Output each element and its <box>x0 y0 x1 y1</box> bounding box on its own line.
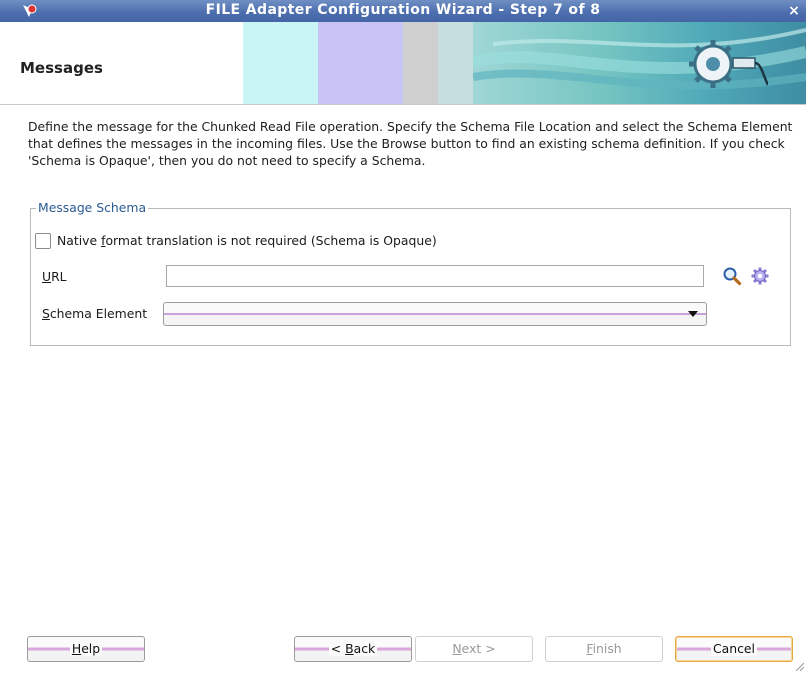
window-title: FILE Adapter Configuration Wizard - Step… <box>205 2 601 18</box>
resize-grip-icon[interactable] <box>794 661 804 671</box>
label-text-part: inish <box>592 641 622 656</box>
label-text-part: chema Element <box>49 306 148 321</box>
banner-divider <box>0 104 806 105</box>
gear-icon[interactable] <box>750 266 770 286</box>
label-mnemonic: U <box>42 269 52 284</box>
url-input[interactable] <box>166 265 704 287</box>
label-mnemonic: H <box>71 641 82 656</box>
cancel-button[interactable]: Cancel <box>675 636 793 662</box>
instructions-text: Define the message for the Chunked Read … <box>28 119 793 168</box>
button-label: Cancel <box>711 641 757 656</box>
help-button[interactable]: Help <box>27 636 145 662</box>
title-bar: FILE Adapter Configuration Wizard - Step… <box>0 0 806 22</box>
label-text-part: ext > <box>461 641 496 656</box>
button-label: Next > <box>450 641 498 656</box>
label-text-part: elp <box>81 641 101 656</box>
button-label: < Back <box>328 641 378 656</box>
group-title: Message Schema <box>36 200 149 215</box>
search-icon[interactable] <box>722 266 742 286</box>
label-mnemonic: N <box>452 641 462 656</box>
banner-graphic <box>243 22 806 104</box>
page-title: Messages <box>20 59 103 77</box>
label-mnemonic: B <box>345 641 354 656</box>
gear-plug-icon <box>689 40 768 88</box>
button-label: Finish <box>584 641 624 656</box>
label-text-part: ack <box>353 641 376 656</box>
schema-opaque-checkbox[interactable] <box>35 233 51 249</box>
url-label: URL <box>42 269 67 284</box>
chevron-down-icon <box>688 311 698 317</box>
next-button[interactable]: Next > <box>415 636 533 662</box>
wizard-banner: Messages <box>0 22 806 104</box>
schema-opaque-label[interactable]: Native format translation is not require… <box>57 233 437 248</box>
label-text-part: ormat translation is not required (Schem… <box>105 233 437 248</box>
finish-button[interactable]: Finish <box>545 636 663 662</box>
label-text-part: RL <box>51 269 67 284</box>
button-label: Help <box>69 641 103 656</box>
label-mnemonic: S <box>42 306 50 321</box>
label-text-part: < <box>330 641 346 656</box>
label-text-part: Native <box>57 233 102 248</box>
schema-element-dropdown[interactable] <box>163 302 707 326</box>
close-icon[interactable]: × <box>786 3 802 19</box>
schema-element-label: Schema Element <box>42 306 147 321</box>
back-button[interactable]: < Back <box>294 636 412 662</box>
